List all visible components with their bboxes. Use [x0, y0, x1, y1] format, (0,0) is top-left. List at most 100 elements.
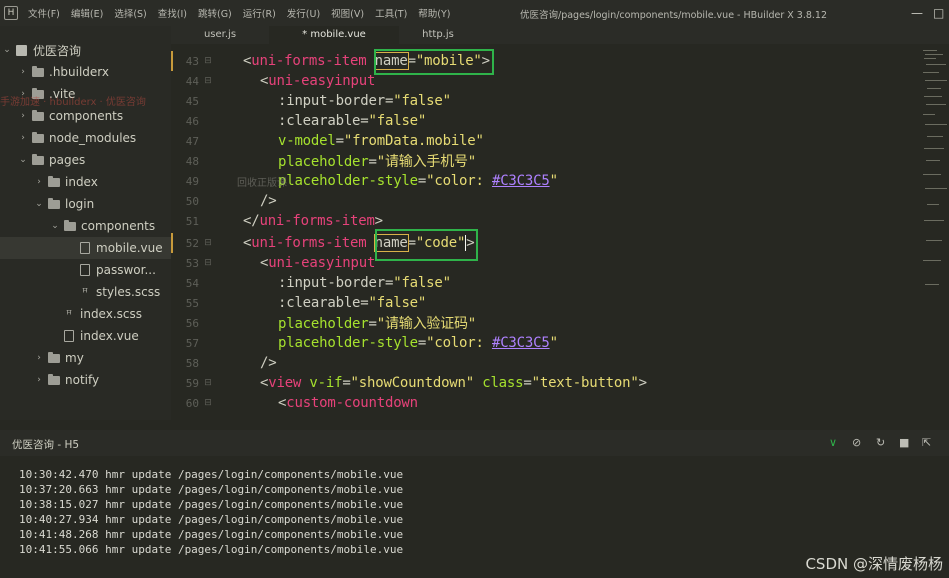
fold-icon[interactable]: ⊟ [201, 76, 215, 86]
chevron-right-icon[interactable]: › [34, 375, 44, 385]
tree-project-root[interactable]: ⌄ 优医咨询 [0, 39, 171, 61]
menu-run[interactable]: 运行(R) [243, 6, 276, 20]
fold-icon[interactable]: ⊟ [201, 378, 215, 388]
chevron-down-icon[interactable]: ⌄ [2, 45, 12, 55]
log-line: 10:30:42.470 hmr update /pages/login/com… [19, 468, 404, 481]
code-line: 44 ⊟ <uni-easyinput [171, 71, 921, 91]
chevron-right-icon[interactable]: › [18, 133, 28, 143]
tab-user-js[interactable]: user.js [171, 26, 269, 44]
line-number: 53 [185, 256, 199, 270]
tree-item-styles-scss[interactable]: ꟸ styles.scss [0, 281, 171, 303]
chevron-right-icon[interactable]: › [18, 67, 28, 77]
line-number: 59 [185, 376, 199, 390]
code-text: placeholder-style="color: #C3C3C5" [278, 335, 558, 351]
line-number: 52 [185, 236, 199, 250]
hbuilder-logo-icon[interactable]: H [4, 6, 18, 20]
chevron-right-icon[interactable]: › [34, 353, 44, 363]
collapse-icon[interactable]: ∨ [829, 436, 837, 449]
vue-file-icon [64, 330, 74, 342]
tree-label: pages [49, 153, 86, 167]
minimap[interactable] [921, 44, 949, 420]
tree-item-pages[interactable]: ⌄ pages [0, 149, 171, 171]
chevron-down-icon[interactable]: ⌄ [18, 155, 28, 165]
fold-icon[interactable]: ⊟ [201, 238, 215, 248]
tree-label: my [65, 351, 84, 365]
tree-item-index-scss[interactable]: ꟸ index.scss [0, 303, 171, 325]
editor-tabs: user.js * mobile.vue http.js [171, 26, 949, 44]
fold-icon[interactable]: ⊟ [201, 398, 215, 408]
tree-label: components [81, 219, 156, 233]
tree-item-login[interactable]: ⌄ login [0, 193, 171, 215]
line-number: 43 [185, 54, 199, 68]
project-icon [16, 44, 27, 56]
tree-label: index.vue [80, 329, 139, 343]
tab-mobile-vue[interactable]: * mobile.vue [269, 26, 399, 44]
tree-item-index-vue[interactable]: index.vue [0, 325, 171, 347]
maximize-icon[interactable]: □ [933, 6, 944, 20]
folder-open-icon [64, 219, 76, 231]
tree-item-login-components[interactable]: ⌄ components [0, 215, 171, 237]
fold-icon[interactable]: ⊟ [201, 258, 215, 268]
scss-file-icon: ꟸ [81, 285, 89, 299]
code-line: 55 :clearable="false" [171, 293, 921, 313]
code-line: 45 :input-border="false" [171, 91, 921, 111]
vue-file-icon [80, 242, 90, 254]
code-line: 51 </uni-forms-item> [171, 211, 921, 231]
line-number: 55 [185, 296, 199, 310]
code-line: 43 ⊟ <uni-forms-item name="mobile"> [171, 51, 921, 71]
code-text: <uni-easyinput [260, 73, 376, 89]
csdn-watermark: CSDN @深情废杨杨 [805, 555, 943, 573]
console-title[interactable]: 优医咨询 - H5 [12, 437, 79, 452]
line-number: 44 [185, 74, 199, 88]
project-explorer: ⌄ 优医咨询 › .hbuilderx › .vite › components… [0, 26, 171, 420]
tree-label: node_modules [49, 131, 137, 145]
menu-select[interactable]: 选择(S) [114, 6, 146, 20]
tree-item-node-modules[interactable]: › node_modules [0, 127, 171, 149]
code-line: 56 placeholder="请输入验证码" [171, 313, 921, 333]
chevron-down-icon[interactable]: ⌄ [34, 199, 44, 209]
stop-icon[interactable]: ■ [899, 436, 909, 449]
code-editor[interactable]: 43 ⊟ <uni-forms-item name="mobile"> 44 ⊟… [171, 44, 921, 420]
chevron-down-icon[interactable]: ⌄ [50, 221, 60, 231]
menu-edit[interactable]: 编辑(E) [71, 6, 103, 20]
menu-file[interactable]: 文件(F) [28, 6, 60, 20]
restart-icon[interactable]: ↻ [876, 436, 885, 449]
log-line: 10:38:15.027 hmr update /pages/login/com… [19, 498, 404, 511]
tree-item-mobile-vue[interactable]: mobile.vue [0, 237, 171, 259]
clear-icon[interactable]: ⊘ [852, 436, 861, 449]
minimize-icon[interactable]: — [911, 6, 923, 20]
line-number: 60 [185, 396, 199, 410]
tree-item-my[interactable]: › my [0, 347, 171, 369]
tree-item-hbuilderx[interactable]: › .hbuilderx [0, 61, 171, 83]
tree-label: 优医咨询 [33, 43, 82, 58]
code-line: 57 placeholder-style="color: #C3C3C5" [171, 333, 921, 353]
line-number: 56 [185, 316, 199, 330]
chevron-right-icon[interactable]: › [34, 177, 44, 187]
menu-tools[interactable]: 工具(T) [375, 6, 407, 20]
code-text: <uni-easyinput [260, 255, 376, 271]
folder-icon [32, 131, 44, 143]
console-header: 优医咨询 - H5 ∨ ⊘ ↻ ■ ⇱ [0, 430, 949, 456]
panel-divider[interactable] [0, 420, 949, 430]
menu-publish[interactable]: 发行(U) [287, 6, 320, 20]
tab-http-js[interactable]: http.js [399, 26, 477, 44]
watermark-text: 回收正版课 [237, 178, 287, 189]
fold-icon[interactable]: ⊟ [201, 56, 215, 66]
tree-item-notify[interactable]: › notify [0, 369, 171, 391]
menu-view[interactable]: 视图(V) [331, 6, 364, 20]
menu-goto[interactable]: 跳转(G) [198, 6, 232, 20]
tree-item-password[interactable]: passwor... [0, 259, 171, 281]
tree-label: components [49, 109, 124, 123]
code-text: v-model="fromData.mobile" [278, 133, 484, 149]
code-line: 46 :clearable="false" [171, 111, 921, 131]
menu-find[interactable]: 查找(I) [158, 6, 187, 20]
menu-help[interactable]: 帮助(Y) [418, 6, 450, 20]
menu-items: 文件(F) 编辑(E) 选择(S) 查找(I) 跳转(G) 运行(R) 发行(U… [28, 6, 462, 20]
window-title: 优医咨询/pages/login/components/mobile.vue -… [520, 10, 828, 21]
highlight-box-name-mobile [374, 49, 494, 75]
code-line: 58 /> [171, 353, 921, 373]
export-icon[interactable]: ⇱ [922, 436, 931, 449]
tree-item-components[interactable]: › components [0, 105, 171, 127]
chevron-right-icon[interactable]: › [18, 111, 28, 121]
tree-item-index-folder[interactable]: › index [0, 171, 171, 193]
